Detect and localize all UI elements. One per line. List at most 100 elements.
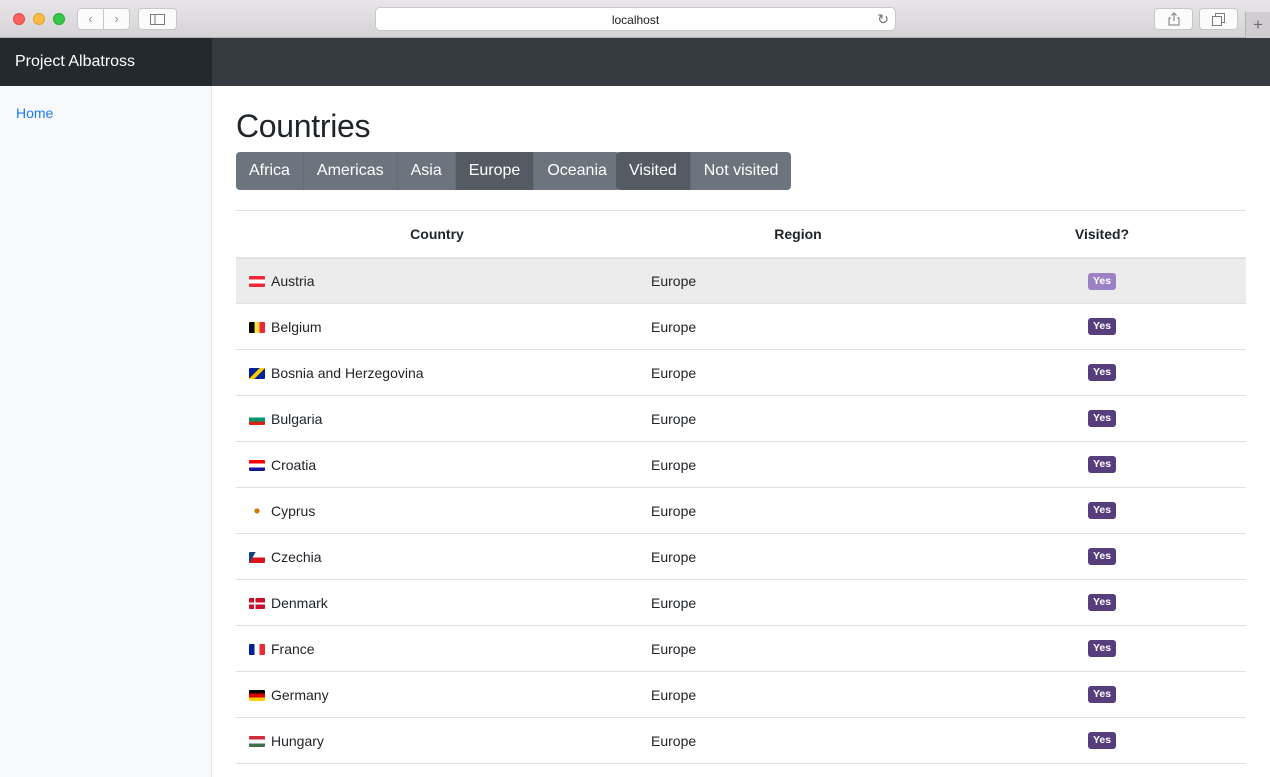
show-tabs-button[interactable] [1199,8,1238,30]
region-cell: Europe [638,395,958,442]
country-name: Bulgaria [271,410,323,427]
region-cell: Europe [638,625,958,672]
region-cell: Europe [638,717,958,764]
visited-badge: Yes [1087,502,1117,520]
history-nav: ‹ › [77,8,130,30]
table-row[interactable]: Denmark Europe Yes [236,579,1246,626]
country-name: Cyprus [271,502,316,519]
table-row[interactable]: Croatia Europe Yes [236,441,1246,488]
filter-africa-button[interactable]: Africa [236,152,303,190]
filter-americas-button[interactable]: Americas [302,152,397,190]
country-cell: Cyprus [236,487,638,534]
visited-badge: Yes [1087,272,1117,290]
austria-flag-icon [249,275,265,287]
column-header-region[interactable]: Region [638,210,958,259]
visited-badge: Yes [1087,456,1117,474]
visited-cell: Yes [958,441,1246,488]
filter-europe-button[interactable]: Europe [454,152,534,190]
table-row[interactable]: Czechia Europe Yes [236,533,1246,580]
table-row[interactable]: Austria Europe Yes [236,257,1246,304]
table-row[interactable]: Germany Europe Yes [236,671,1246,718]
country-name: Bosnia and Herzegovina [271,364,424,381]
country-cell: Denmark [236,579,638,626]
visited-cell: Yes [958,625,1246,672]
country-cell: Croatia [236,441,638,488]
region-cell: Europe [638,257,958,304]
cyprus-flag-icon [249,505,265,517]
minimize-window-button[interactable] [33,13,45,25]
country-cell: Bosnia and Herzegovina [236,349,638,396]
region-cell: Europe [638,579,958,626]
table-row[interactable]: Cyprus Europe Yes [236,487,1246,534]
country-name: Czechia [271,548,322,565]
filter-not-visited-button[interactable]: Not visited [689,152,792,190]
filter-asia-button[interactable]: Asia [396,152,455,190]
country-name: Belgium [271,318,322,335]
visited-cell: Yes [958,303,1246,350]
sidebar-icon [150,13,165,25]
country-cell: France [236,625,638,672]
visited-cell: Yes [958,717,1246,764]
filter-oceania-button[interactable]: Oceania [533,152,620,190]
table-header-row: Country Region Visited? [236,210,1246,259]
france-flag-icon [249,643,265,655]
close-window-button[interactable] [13,13,25,25]
visited-cell: Yes [958,395,1246,442]
bosnia-flag-icon [249,367,265,379]
country-cell: Austria [236,257,638,304]
filter-visited-button[interactable]: Visited [616,152,690,190]
country-name: France [271,640,315,657]
country-cell: Bulgaria [236,395,638,442]
table-row[interactable]: Belgium Europe Yes [236,303,1246,350]
brand-title[interactable]: Project Albatross [0,38,212,86]
croatia-flag-icon [249,459,265,471]
country-name: Germany [271,686,329,703]
address-bar[interactable]: localhost ↻ [375,7,896,31]
table-row[interactable]: France Europe Yes [236,625,1246,672]
top-navbar: Project Albatross [0,38,1270,86]
visited-cell: Yes [958,257,1246,304]
share-button[interactable] [1154,8,1193,30]
tabs-icon [1212,12,1225,26]
visited-cell: Yes [958,349,1246,396]
region-cell: Europe [638,487,958,534]
region-cell: Europe [638,303,958,350]
czechia-flag-icon [249,551,265,563]
reload-icon[interactable]: ↻ [877,11,889,28]
share-icon [1168,12,1179,26]
table-row[interactable]: Bulgaria Europe Yes [236,395,1246,442]
zoom-window-button[interactable] [53,13,65,25]
visited-badge: Yes [1087,318,1117,336]
sidebar: Home [0,86,212,777]
country-name: Denmark [271,594,328,611]
chevron-left-icon[interactable]: ‹ [78,9,104,29]
visited-badge: Yes [1087,732,1117,750]
table-row[interactable]: Hungary Europe Yes [236,717,1246,764]
country-cell: Belgium [236,303,638,350]
country-cell: Czechia [236,533,638,580]
page-title: Countries [236,108,371,144]
sidebar-toggle-button[interactable] [138,8,177,30]
country-name: Austria [271,272,315,289]
visited-cell: Yes [958,487,1246,534]
visited-badge: Yes [1087,594,1117,612]
countries-table: Country Region Visited? Austria Europe Yes… [236,210,1246,764]
region-cell: Europe [638,671,958,718]
country-cell: Hungary [236,717,638,764]
column-header-visited[interactable]: Visited? [958,210,1246,259]
visited-badge: Yes [1087,364,1117,382]
region-cell: Europe [638,441,958,488]
visited-filter-group: Visited Not visited [616,152,792,190]
column-header-country[interactable]: Country [236,210,638,259]
new-tab-button[interactable]: + [1245,12,1270,38]
visited-badge: Yes [1087,548,1117,566]
region-filter-group: Africa Americas Asia Europe Oceania [236,152,620,190]
country-name: Hungary [271,732,324,749]
sidebar-item-home[interactable]: Home [16,105,53,121]
browser-toolbar: ‹ › localhost ↻ + [0,0,1270,38]
visited-badge: Yes [1087,686,1117,704]
denmark-flag-icon [249,597,265,609]
table-row[interactable]: Bosnia and Herzegovina Europe Yes [236,349,1246,396]
chevron-right-icon[interactable]: › [104,9,129,29]
belgium-flag-icon [249,321,265,333]
